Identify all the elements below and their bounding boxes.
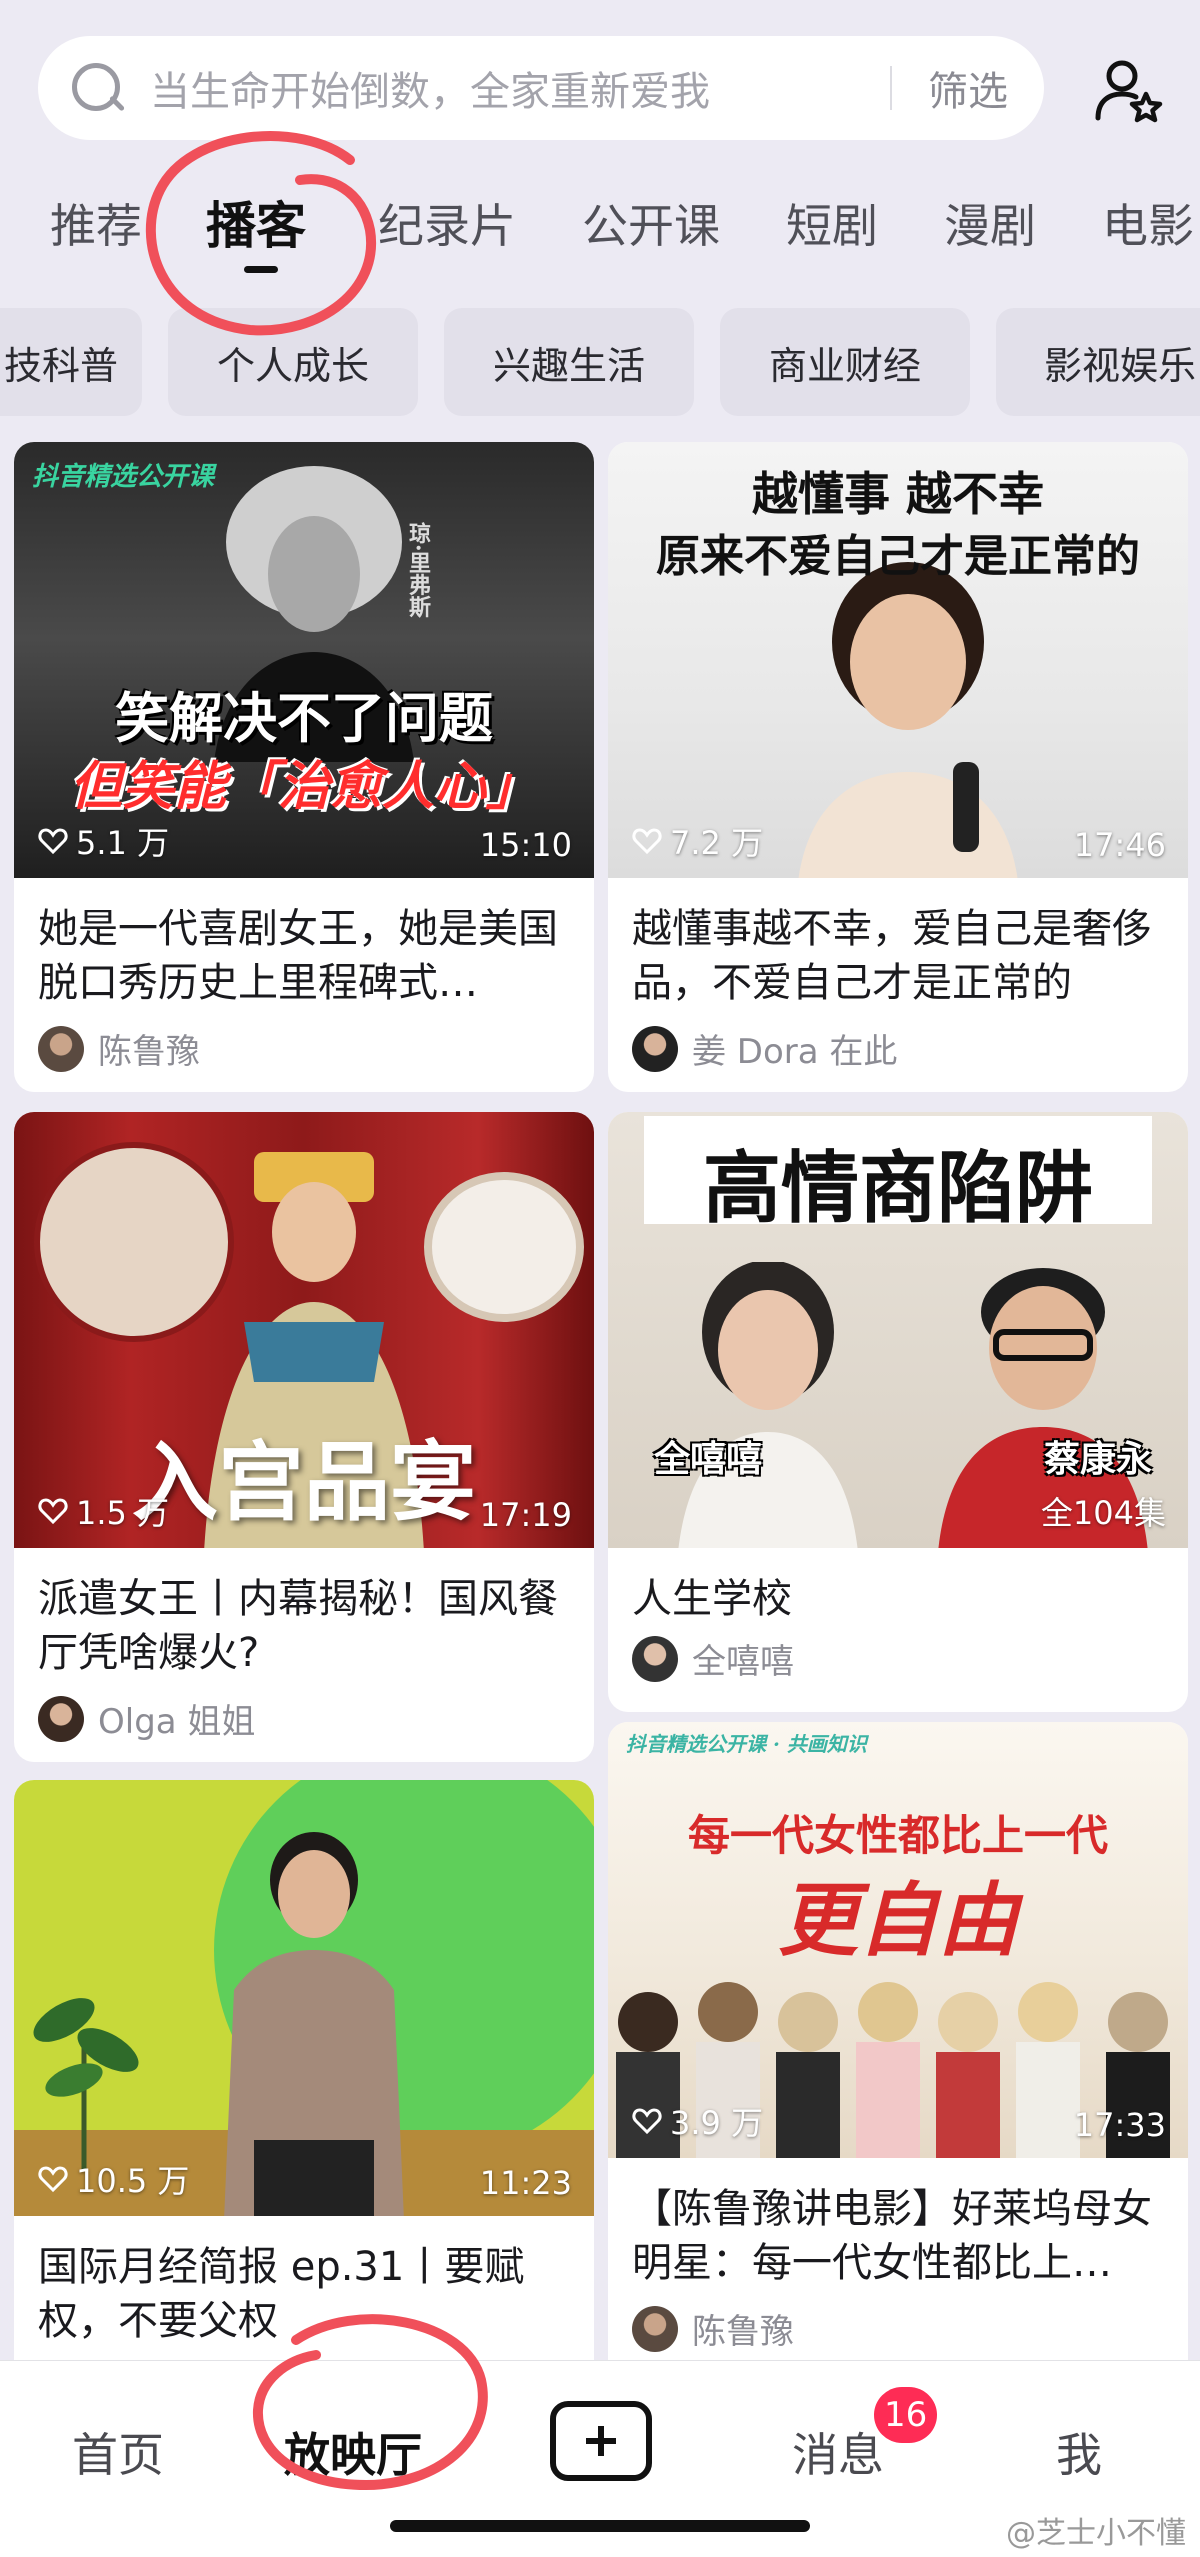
video-thumbnail[interactable]: 抖音精选公开课 · 共画知识 每一代女性都比上一代 更自由 3.9 万 17:3… — [608, 1722, 1188, 2158]
author-name: 陈鲁豫 — [98, 1032, 200, 1072]
chip-personal-growth[interactable]: 个人成长 — [168, 308, 418, 416]
tab-podcast[interactable]: 播客 — [206, 186, 306, 258]
thumbnail-caption: 高情商陷阱 — [702, 1144, 1093, 1234]
thumbnail-caption-2: 但笑能「治愈人心」 — [69, 756, 538, 817]
like-count: 1.5 万 — [38, 1488, 169, 1534]
video-title[interactable]: 人生学校 — [608, 1548, 1188, 1628]
heart-icon — [632, 828, 662, 855]
video-card[interactable]: 抖音精选公开课 · 共画知识 每一代女性都比上一代 更自由 3.9 万 17:3… — [608, 1722, 1188, 2382]
author-row[interactable]: 姜 Dora 在此 — [608, 1018, 1188, 1073]
chip-science[interactable]: 技科普 — [0, 308, 142, 416]
watermark: @芝士小不懂 — [1006, 2516, 1186, 2551]
avatar — [38, 1025, 84, 1072]
video-card[interactable]: 越懂事 越不幸 原来不爱自己才是正常的 7.2 万 17:46 越懂事越不幸，爱… — [608, 442, 1188, 1092]
like-count: 5.1 万 — [38, 818, 169, 864]
video-card[interactable]: 抖音精选公开课 琼·里弗斯 笑解决不了问题 但笑能「治愈人心」 5.1 万 15… — [14, 442, 594, 1092]
author-row[interactable]: 全嘻嘻 — [608, 1628, 1188, 1683]
search-icon — [66, 57, 128, 119]
nav-me[interactable]: 我 — [1056, 2419, 1102, 2485]
like-count: 3.9 万 — [632, 2098, 763, 2144]
author-name: 姜 Dora 在此 — [692, 1032, 898, 1072]
nav-theater[interactable]: 放映厅 — [284, 2419, 422, 2485]
search-input[interactable]: 当生命开始倒数，全家重新爱我 — [150, 59, 890, 117]
video-duration: 17:19 — [479, 1496, 572, 1534]
thumbnail-name-right: 蔡康永 — [1044, 1439, 1153, 1480]
video-title[interactable]: 派遣女王丨内幕揭秘！国风餐厅凭啥爆火? — [14, 1548, 594, 1688]
author-row[interactable]: 陈鲁豫 — [14, 1018, 594, 1073]
video-thumbnail[interactable]: 10.5 万 11:23 — [14, 1780, 594, 2216]
video-thumbnail[interactable]: 越懂事 越不幸 原来不爱自己才是正常的 7.2 万 17:46 — [608, 442, 1188, 878]
video-card[interactable]: 高情商陷阱 全嘻嘻 蔡康永 全104集 人生学校 全嘻嘻 — [608, 1112, 1188, 1712]
author-name: 陈鲁豫 — [692, 2312, 794, 2352]
video-thumbnail[interactable]: 抖音精选公开课 琼·里弗斯 笑解决不了问题 但笑能「治愈人心」 5.1 万 15… — [14, 442, 594, 878]
thumbnail-caption-2: 原来不爱自己才是正常的 — [656, 531, 1140, 582]
avatar — [632, 2305, 678, 2352]
heart-icon — [38, 1498, 68, 1525]
tab-documentary[interactable]: 纪录片 — [378, 190, 516, 256]
tab-comic-drama[interactable]: 漫剧 — [944, 190, 1036, 256]
person-photo-left — [678, 1262, 858, 1548]
author-name: Olga 姐姐 — [98, 1702, 256, 1742]
thumbnail-badge: 抖音精选公开课 · 共画知识 — [626, 1732, 867, 1756]
messages-badge: 16 — [874, 2387, 938, 2443]
video-title[interactable]: 【陈鲁豫讲电影】好莱坞母女明星：每一代女性都比上… — [608, 2158, 1188, 2298]
home-indicator — [390, 2520, 810, 2532]
video-duration: 11:23 — [479, 2164, 572, 2202]
tab-short-drama[interactable]: 短剧 — [786, 190, 878, 256]
dish-photo — [424, 1172, 584, 1322]
thumbnail-name-left: 全嘻嘻 — [654, 1439, 763, 1480]
heart-icon — [38, 828, 68, 855]
thumbnail-name: 琼·里弗斯 — [405, 522, 431, 618]
like-count: 10.5 万 — [38, 2156, 189, 2202]
avatar — [38, 1695, 84, 1742]
active-tab-indicator — [244, 266, 278, 273]
video-title[interactable]: 她是一代喜剧女王，她是美国脱口秀历史上里程碑式… — [14, 878, 594, 1018]
person-photo — [224, 1832, 404, 2216]
episode-count: 全104集 — [1040, 1494, 1166, 1532]
category-tabs: 推荐 播客 纪录片 公开课 短剧 漫剧 电影 — [0, 180, 1200, 273]
chip-entertainment[interactable]: 影视娱乐 — [996, 308, 1200, 416]
search-bar[interactable]: 当生命开始倒数，全家重新爱我 筛选 — [38, 36, 1044, 140]
video-title[interactable]: 越懂事越不幸，爱自己是奢侈品，不爱自己才是正常的 — [608, 878, 1188, 1018]
person-photo — [798, 562, 1018, 878]
video-card[interactable]: 入宫品宴 1.5 万 17:19 派遣女王丨内幕揭秘！国风餐厅凭啥爆火? Olg… — [14, 1112, 594, 1762]
tab-recommend[interactable]: 推荐 — [50, 190, 142, 256]
nav-messages[interactable]: 消息 — [792, 2419, 884, 2485]
video-thumbnail[interactable]: 入宫品宴 1.5 万 17:19 — [14, 1112, 594, 1548]
author-name: 全嘻嘻 — [692, 1642, 794, 1682]
filter-button[interactable]: 筛选 — [928, 59, 1008, 117]
chip-business[interactable]: 商业财经 — [720, 308, 970, 416]
thumbnail-caption-2: 更自由 — [778, 1873, 1018, 1967]
plant-illustration — [33, 1998, 139, 2170]
thumbnail-caption: 越懂事 越不幸 — [751, 467, 1044, 521]
avatar — [632, 1635, 678, 1682]
search-divider — [890, 66, 892, 110]
user-star-icon[interactable] — [1094, 58, 1166, 124]
video-duration: 17:33 — [1073, 2106, 1166, 2144]
thumbnail-caption: 每一代女性都比上一代 — [687, 1811, 1108, 1860]
tab-movie[interactable]: 电影 — [1102, 190, 1194, 256]
tab-open-course[interactable]: 公开课 — [582, 190, 720, 256]
like-count: 7.2 万 — [632, 818, 763, 864]
thumbnail-badge: 抖音精选公开课 — [32, 462, 215, 492]
subcategory-chips: 技科普 个人成长 兴趣生活 商业财经 影视娱乐 — [0, 308, 1200, 418]
heart-icon — [632, 2108, 662, 2135]
create-plus-button[interactable] — [550, 2401, 652, 2481]
avatar — [632, 1025, 678, 1072]
video-card[interactable]: 10.5 万 11:23 国际月经简报 ep.31丨要赋权，不要父权 — [14, 1780, 594, 2380]
video-duration: 17:46 — [1073, 826, 1166, 864]
video-duration: 15:10 — [479, 826, 572, 864]
chip-hobbies[interactable]: 兴趣生活 — [444, 308, 694, 416]
author-row[interactable]: Olga 姐姐 — [14, 1688, 594, 1743]
heart-icon — [38, 2166, 68, 2193]
video-title[interactable]: 国际月经简报 ep.31丨要赋权，不要父权 — [14, 2216, 594, 2356]
thumbnail-caption: 笑解决不了问题 — [115, 686, 493, 750]
nav-home[interactable]: 首页 — [72, 2419, 164, 2485]
video-thumbnail[interactable]: 高情商陷阱 全嘻嘻 蔡康永 全104集 — [608, 1112, 1188, 1548]
author-row[interactable]: 陈鲁豫 — [608, 2298, 1188, 2353]
